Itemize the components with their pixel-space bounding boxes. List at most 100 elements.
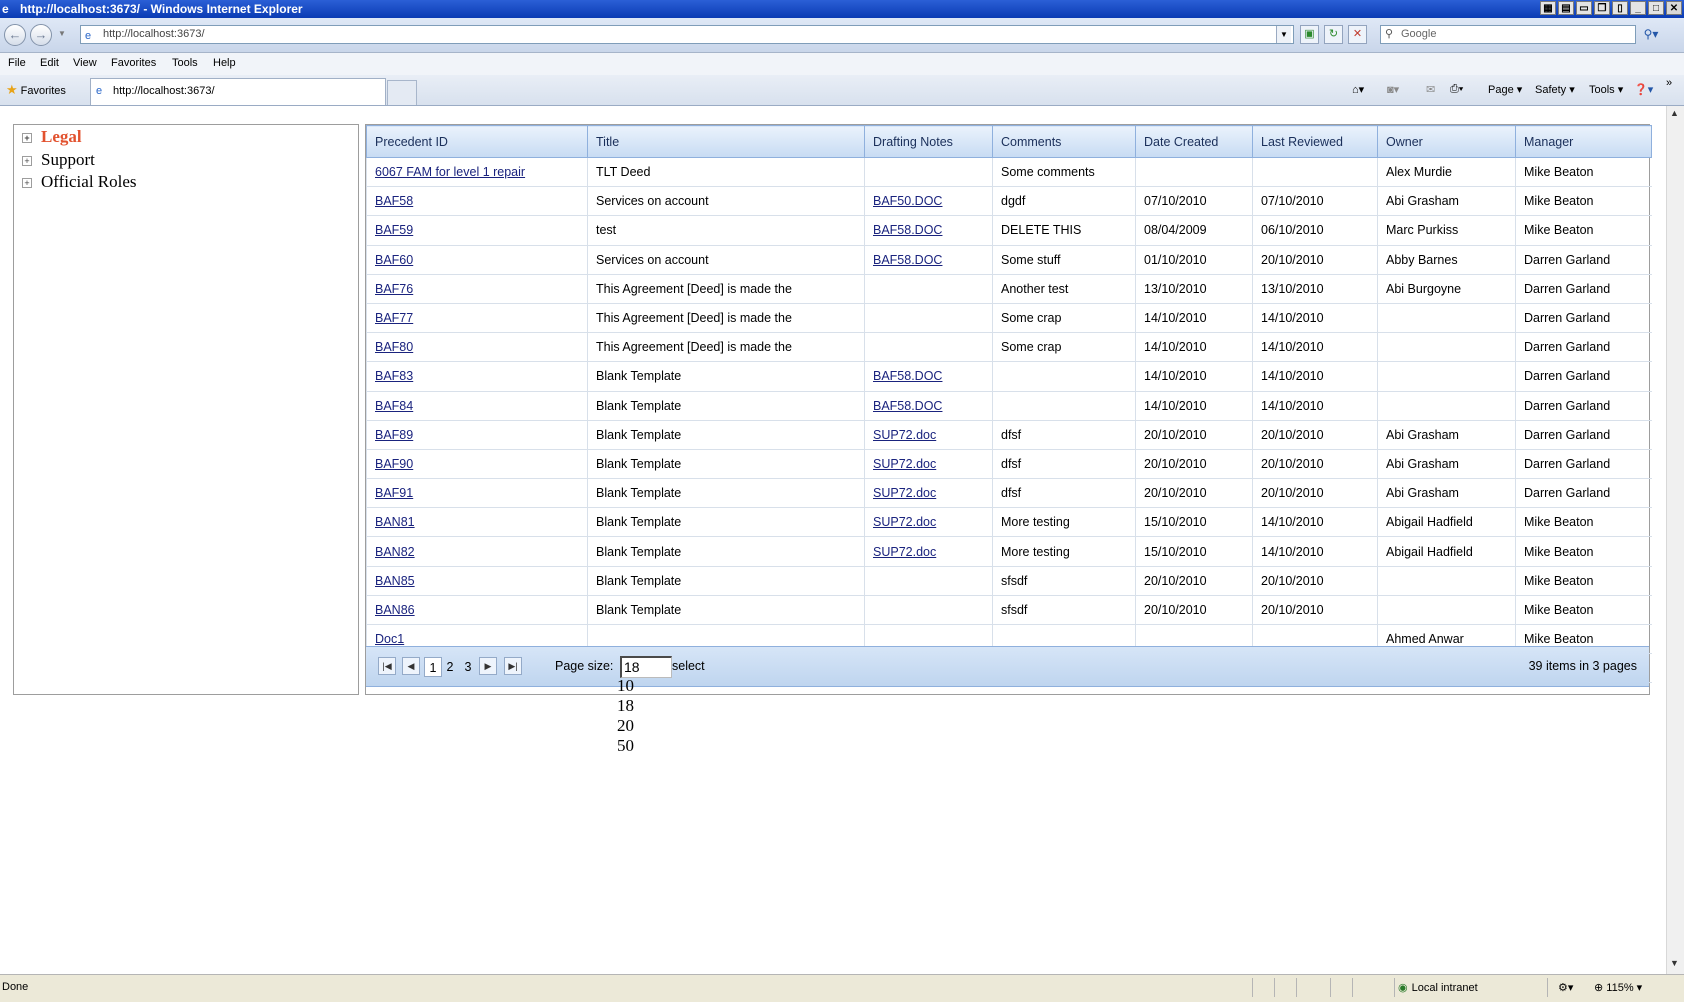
page-number-3[interactable]: 3: [459, 657, 477, 677]
column-header-last-reviewed[interactable]: Last Reviewed: [1252, 125, 1378, 158]
precedent-id-link[interactable]: BAF80: [375, 340, 413, 354]
restore-icon[interactable]: ❐: [1594, 1, 1610, 15]
drafting-notes-link[interactable]: BAF58.DOC: [873, 369, 942, 383]
precedent-id-link[interactable]: BAN85: [375, 574, 415, 588]
expand-icon[interactable]: +: [22, 178, 32, 189]
drafting-notes-link[interactable]: SUP72.doc: [873, 515, 936, 529]
menu-edit[interactable]: Edit: [40, 57, 59, 69]
drafting-notes-link[interactable]: BAF58.DOC: [873, 399, 942, 413]
address-dropdown-icon[interactable]: ▼: [1276, 26, 1291, 43]
help-icon[interactable]: ❓▾: [1634, 83, 1653, 96]
precedent-id-link[interactable]: BAF83: [375, 369, 413, 383]
menu-view[interactable]: View: [73, 57, 97, 69]
vertical-scrollbar[interactable]: ▲ ▼: [1666, 106, 1684, 974]
precedent-id-link[interactable]: BAF58: [375, 194, 413, 208]
chevron-right-icon[interactable]: »: [1666, 77, 1672, 89]
compatibility-icon[interactable]: ▣: [1300, 25, 1319, 44]
table-row[interactable]: BAN85 Blank Template sfsdf 20/10/2010 20/10/…: [366, 566, 1652, 596]
back-button[interactable]: ←: [4, 24, 26, 46]
column-header-manager[interactable]: Manager: [1515, 125, 1652, 158]
search-go-icon[interactable]: ⚲▾: [1640, 25, 1662, 44]
stop-icon[interactable]: ✕: [1348, 25, 1367, 44]
drafting-notes-link[interactable]: SUP72.doc: [873, 545, 936, 559]
table-row[interactable]: BAN81 Blank Template SUP72.doc More testing…: [366, 507, 1652, 538]
home-icon[interactable]: ⌂▾: [1352, 83, 1364, 96]
zoom-level[interactable]: ⊕ 115% ▾: [1594, 981, 1642, 994]
menu-favorites[interactable]: Favorites: [111, 57, 156, 69]
scroll-up-icon[interactable]: ▲: [1670, 108, 1679, 118]
page-size-option[interactable]: 20: [617, 716, 634, 736]
precedent-id-link[interactable]: BAF91: [375, 486, 413, 500]
tree-item-official-roles[interactable]: + Official Roles: [22, 172, 137, 192]
page-size-input[interactable]: 18: [620, 656, 672, 678]
column-header-comments[interactable]: Comments: [992, 125, 1136, 158]
table-row[interactable]: BAF91 Blank Template SUP72.doc dfsf 20/10/20…: [366, 478, 1652, 509]
table-row[interactable]: BAN86 Blank Template sfsdf 20/10/2010 20/10/…: [366, 595, 1652, 626]
column-header-precedent-id[interactable]: Precedent ID: [366, 125, 588, 158]
precedent-id-link[interactable]: 6067 FAM for level 1 repair: [375, 165, 525, 179]
page-menu[interactable]: Page ▾: [1488, 83, 1522, 96]
precedent-id-link[interactable]: Doc1: [375, 632, 404, 646]
expand-icon[interactable]: +: [22, 133, 32, 144]
column-header-title[interactable]: Title: [587, 125, 865, 158]
table-row[interactable]: BAF58 Services on account BAF50.DOC dgdf 07/…: [366, 186, 1652, 217]
new-tab-button[interactable]: [387, 80, 417, 105]
security-zone[interactable]: ◉ Local intranet: [1398, 981, 1478, 994]
precedent-id-link[interactable]: BAF90: [375, 457, 413, 471]
table-row[interactable]: BAN82 Blank Template SUP72.doc More testing…: [366, 536, 1652, 567]
table-row[interactable]: 6067 FAM for level 1 repair TLT Deed Some …: [366, 157, 1652, 188]
forward-button[interactable]: →: [30, 24, 52, 46]
menu-file[interactable]: File: [8, 57, 26, 69]
table-row[interactable]: BAF89 Blank Template SUP72.doc dfsf 20/10/20…: [366, 420, 1652, 450]
precedent-id-link[interactable]: BAF89: [375, 428, 413, 442]
column-header-owner[interactable]: Owner: [1377, 125, 1516, 158]
feeds-icon[interactable]: ◙▾: [1387, 83, 1399, 96]
precedent-id-link[interactable]: BAF77: [375, 311, 413, 325]
menu-tools[interactable]: Tools: [172, 57, 198, 69]
minimize-button[interactable]: _: [1630, 1, 1646, 15]
first-page-icon[interactable]: |◀: [378, 657, 396, 675]
tile-icon[interactable]: ▦: [1540, 1, 1556, 15]
layout-icon[interactable]: ▤: [1558, 1, 1574, 15]
table-row[interactable]: BAF84 Blank Template BAF58.DOC 14/10/2010 14…: [366, 391, 1652, 421]
precedent-id-link[interactable]: BAF59: [375, 223, 413, 237]
next-page-icon[interactable]: ▶: [479, 657, 497, 675]
precedent-id-link[interactable]: BAF84: [375, 399, 413, 413]
table-row[interactable]: BAF76 This Agreement [Deed] is made the An…: [366, 274, 1652, 304]
tools-menu[interactable]: Tools ▾: [1589, 83, 1623, 96]
tree-item-support[interactable]: + Support: [22, 150, 95, 170]
refresh-icon[interactable]: ↻: [1324, 25, 1343, 44]
maximize-button[interactable]: □: [1648, 1, 1664, 15]
table-row[interactable]: BAF90 Blank Template SUP72.doc dfsf 20/10/20…: [366, 449, 1652, 480]
address-input[interactable]: e http://localhost:3673/: [80, 25, 1294, 44]
browser-tab[interactable]: e http://localhost:3673/: [90, 78, 386, 105]
drafting-notes-link[interactable]: BAF58.DOC: [873, 223, 942, 237]
drafting-notes-link[interactable]: BAF50.DOC: [873, 194, 942, 208]
mail-icon[interactable]: ✉: [1426, 83, 1435, 96]
drafting-notes-link[interactable]: SUP72.doc: [873, 457, 936, 471]
table-row[interactable]: BAF59 test BAF58.DOC DELETE THIS 08/04/2009 0…: [366, 215, 1652, 246]
precedent-id-link[interactable]: BAF76: [375, 282, 413, 296]
table-row[interactable]: BAF60 Services on account BAF58.DOC Some st…: [366, 245, 1652, 275]
page-number-1[interactable]: 1: [424, 657, 442, 677]
precedent-id-link[interactable]: BAN82: [375, 545, 415, 559]
page-size-select-button[interactable]: select: [672, 659, 705, 673]
table-row[interactable]: BAF83 Blank Template BAF58.DOC 14/10/2010 14…: [366, 361, 1652, 392]
safety-menu[interactable]: Safety ▾: [1535, 83, 1575, 96]
table-row[interactable]: BAF80 This Agreement [Deed] is made the So…: [366, 332, 1652, 363]
tree-item-legal[interactable]: + Legal: [22, 127, 82, 147]
print-icon[interactable]: ⎙▾: [1450, 83, 1463, 96]
history-dropdown-icon[interactable]: ▼: [58, 29, 66, 38]
pane-icon[interactable]: ▯: [1612, 1, 1628, 15]
page-size-option[interactable]: 18: [617, 696, 634, 716]
column-header-date-created[interactable]: Date Created: [1135, 125, 1253, 158]
favorites-button[interactable]: ★ Favorites: [6, 82, 66, 98]
table-row[interactable]: BAF77 This Agreement [Deed] is made the So…: [366, 303, 1652, 334]
expand-icon[interactable]: +: [22, 156, 32, 167]
scroll-down-icon[interactable]: ▼: [1670, 958, 1679, 968]
menu-help[interactable]: Help: [213, 57, 236, 69]
page-size-option[interactable]: 50: [617, 736, 634, 756]
last-page-icon[interactable]: ▶|: [504, 657, 522, 675]
column-header-drafting-notes[interactable]: Drafting Notes: [864, 125, 993, 158]
prev-page-icon[interactable]: ◀: [402, 657, 420, 675]
